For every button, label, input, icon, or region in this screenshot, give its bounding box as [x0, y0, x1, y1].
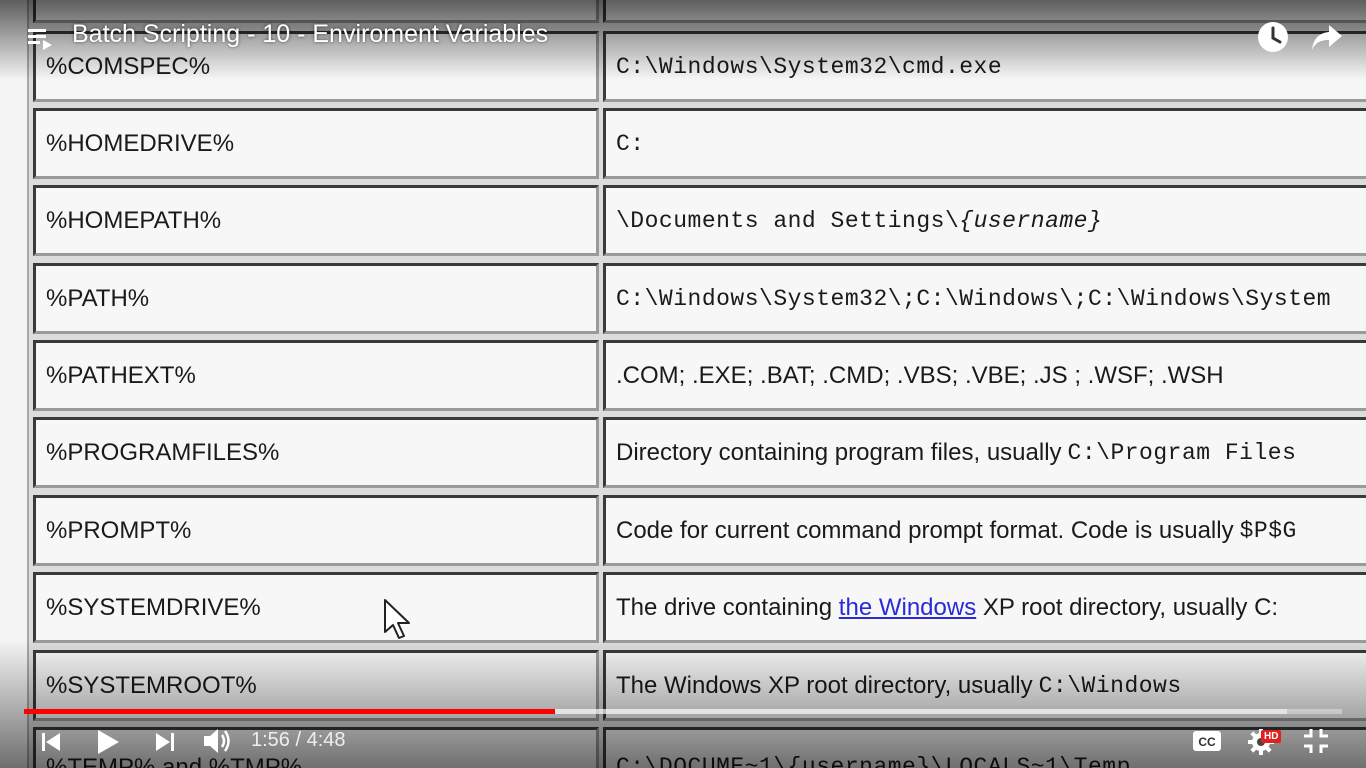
value-text: The drive containing [616, 593, 839, 621]
clock-icon[interactable] [1256, 20, 1290, 54]
value-placeholder: {username} [959, 207, 1103, 234]
table-cell-value [603, 0, 1366, 23]
table-cell-value: C:\Windows\System32\cmd.exe [603, 31, 1366, 102]
table-row: %PROGRAMFILES% Directory containing prog… [33, 417, 1366, 488]
table-cell-name: %PROMPT% [33, 495, 599, 566]
video-frame[interactable]: %COMSPEC% C:\Windows\System32\cmd.exe %H… [0, 0, 1366, 768]
table-cell-value: The drive containing the Windows XP root… [603, 572, 1366, 643]
svg-text:CC: CC [1198, 735, 1216, 749]
table-cell-value: Code for current command prompt format. … [603, 495, 1366, 566]
duration: 4:48 [306, 729, 346, 751]
value-text: \Documents and Settings\ [616, 207, 960, 234]
table-cell-value: C:\Windows\System32\;C:\Windows\;C:\Wind… [603, 263, 1366, 334]
progress-played [24, 709, 556, 714]
table-cell-name: %PATH% [33, 263, 599, 334]
mouse-cursor-icon [384, 599, 410, 639]
playlist-icon[interactable] [26, 24, 56, 52]
table-cell-value: C: [603, 108, 1366, 179]
next-icon[interactable] [152, 729, 178, 755]
play-icon[interactable] [94, 727, 122, 757]
value-code: C:\Windows [1038, 672, 1182, 699]
previous-icon[interactable] [38, 729, 64, 755]
table-cell-name: %PROGRAMFILES% [33, 417, 599, 488]
time-separator: / [289, 729, 307, 751]
time-display: 1:56 / 4:48 [251, 729, 346, 752]
table-cell-name: %PATHEXT% [33, 340, 599, 411]
table-cell-name: %HOMEPATH% [33, 185, 599, 256]
value-code: C:\Program Files [1067, 439, 1297, 466]
table-row: %SYSTEMDRIVE% The drive containing the W… [33, 572, 1366, 643]
table-row: %PROMPT% Code for current command prompt… [33, 495, 1366, 566]
table-cell-name: %HOMEDRIVE% [33, 108, 599, 179]
value-text: Code for current command prompt format. … [616, 516, 1234, 544]
video-title[interactable]: Batch Scripting - 10 - Enviroment Variab… [72, 20, 548, 49]
table-row: %HOMEDRIVE% C: [33, 108, 1366, 179]
table-row: %HOMEPATH% \Documents and Settings\ {user… [33, 185, 1366, 256]
windows-link[interactable]: the Windows [839, 594, 976, 622]
table-cell-value: \Documents and Settings\ {username} [603, 185, 1366, 256]
exit-fullscreen-icon[interactable] [1302, 727, 1330, 755]
table-cell-value: Directory containing program files, usua… [603, 417, 1366, 488]
volume-icon[interactable] [201, 726, 237, 756]
table-cell-name: %SYSTEMDRIVE% [33, 572, 599, 643]
hd-badge: HD [1261, 730, 1282, 743]
table-row: %PATHEXT% .COM; .EXE; .BAT; .CMD; .VBS; … [33, 340, 1366, 411]
page-margin [0, 0, 29, 768]
value-code: $P$G [1239, 517, 1297, 544]
current-time: 1:56 [251, 729, 290, 751]
table-cell-value: .COM; .EXE; .BAT; .CMD; .VBS; .VBE; .JS … [603, 340, 1366, 411]
value-text: XP root directory, usually C: [976, 593, 1279, 621]
value-text: Directory containing program files, usua… [616, 438, 1062, 466]
progress-bar[interactable] [24, 709, 1342, 714]
table-row: %PATH% C:\Windows\System32\;C:\Windows\;… [33, 263, 1366, 334]
value-text: The Windows XP root directory, usually [616, 671, 1033, 699]
share-arrow-icon[interactable] [1310, 22, 1344, 52]
cc-icon[interactable]: CC [1192, 729, 1222, 753]
